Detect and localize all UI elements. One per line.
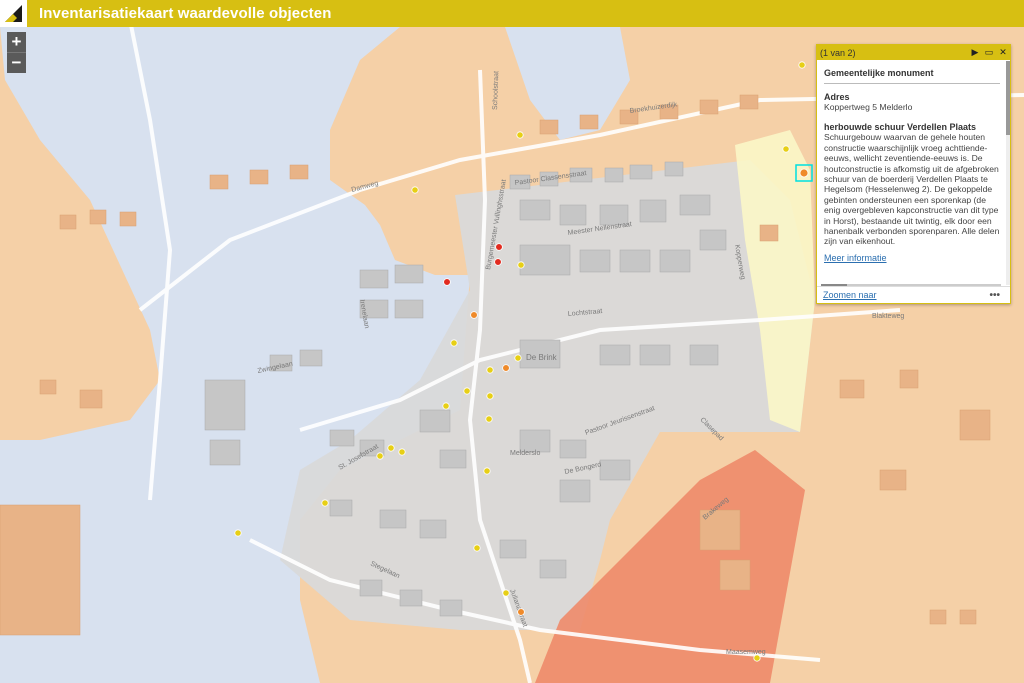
street-label-schoolstraat: Schoolstraat (492, 71, 500, 110)
marker-yellow (483, 467, 491, 475)
popup-title: Gemeentelijke monument (824, 61, 1000, 84)
more-info-link[interactable]: Meer informatie (824, 253, 887, 263)
marker-orange (502, 364, 510, 372)
marker-yellow (516, 131, 524, 139)
field-value: Schuurgebouw waarvan de gehele houten co… (824, 132, 1000, 247)
close-icon[interactable]: ✕ (996, 47, 1010, 58)
field-value: Koppertweg 5 Melderlo (824, 102, 913, 112)
marker-yellow (376, 452, 384, 460)
popup-footer: Zoomen naar ••• (817, 286, 1010, 303)
marker-yellow (442, 402, 450, 410)
zoom-to-link[interactable]: Zoomen naar (823, 290, 989, 300)
marker-yellow (782, 145, 790, 153)
marker-yellow (753, 654, 761, 662)
street-label-melderslo: Melderslo (510, 450, 540, 457)
marker-red (443, 278, 451, 286)
street-label-blakteweg: Blakteweg (872, 313, 904, 320)
field-label: Adres (824, 92, 850, 102)
app-header: Inventarisatiekaart waardevolle objecten (0, 0, 1024, 27)
marker-yellow (485, 415, 493, 423)
marker-yellow (486, 392, 494, 400)
street-label-maasemweg: Maasemweg (726, 649, 766, 656)
marker-orange (470, 311, 478, 319)
marker-yellow (486, 366, 494, 374)
marker-orange-selected (799, 168, 809, 178)
marker-yellow (411, 186, 419, 194)
marker-yellow (234, 529, 242, 537)
marker-yellow (514, 354, 522, 362)
maximize-icon[interactable]: ▭ (982, 47, 996, 58)
marker-yellow (387, 444, 395, 452)
more-actions-icon[interactable]: ••• (989, 290, 1000, 301)
next-feature-icon[interactable]: ▶ (968, 47, 982, 58)
popup-header: (1 van 2) ▶ ▭ ✕ (817, 45, 1010, 60)
marker-yellow (398, 448, 406, 456)
popup-scroll-thumb[interactable] (1006, 61, 1010, 135)
zoom-controls: + − (7, 32, 26, 73)
zoom-in-button[interactable]: + (7, 32, 26, 52)
marker-red (495, 243, 503, 251)
marker-yellow (517, 261, 525, 269)
marker-yellow (463, 387, 471, 395)
marker-orange (517, 608, 525, 616)
popup-content: Gemeentelijke monument Adres Koppertweg … (817, 61, 1010, 285)
app-logo (0, 0, 27, 27)
popup-count: (1 van 2) (820, 47, 856, 58)
app-title: Inventarisatiekaart waardevolle objecten (39, 5, 332, 22)
street-label-de-brink: De Brink (526, 353, 558, 362)
zoom-out-button[interactable]: − (7, 52, 26, 73)
marker-yellow (798, 61, 806, 69)
field-label: herbouwde schuur Verdellen Plaats (824, 122, 977, 133)
marker-yellow (473, 544, 481, 552)
marker-yellow (450, 339, 458, 347)
marker-yellow (502, 589, 510, 597)
marker-red (494, 258, 502, 266)
feature-popup: (1 van 2) ▶ ▭ ✕ Gemeentelijke monument A… (816, 44, 1011, 304)
marker-yellow (321, 499, 329, 507)
